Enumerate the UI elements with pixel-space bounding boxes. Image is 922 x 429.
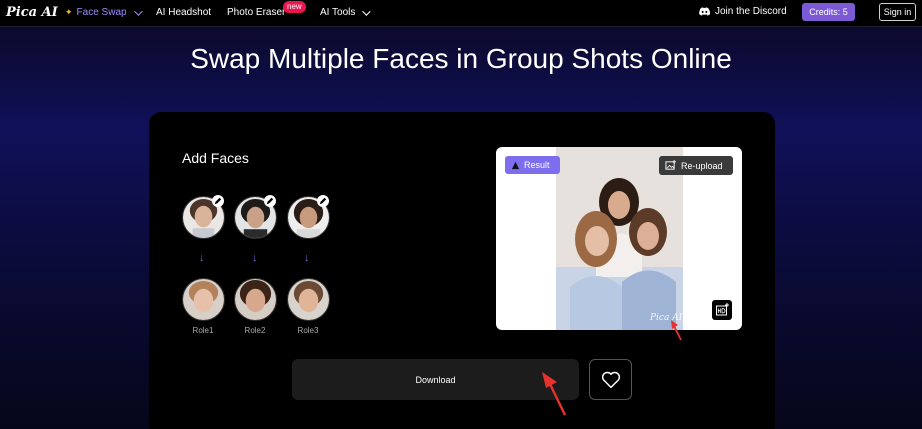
role-face-thumbnail-2 [235,279,276,320]
target-face-2[interactable] [234,278,277,321]
sparkle-icon: ✦ [65,7,73,17]
role-face-thumbnail-1 [183,279,224,320]
hd-icon [716,303,729,316]
top-navbar: Pica AI ✦ Face Swap AI Headshot Photo Er… [0,0,922,27]
heart-icon [601,371,620,388]
role-label-3: Role3 [297,326,319,335]
page-title: Swap Multiple Faces in Group Shots Onlin… [190,43,732,74]
reupload-label: Re-upload [681,160,723,171]
edit-face-1-button[interactable] [212,195,224,207]
pencil-icon [214,197,222,205]
pica-logo-icon [511,161,520,169]
discord-label: Join the Discord [715,6,787,17]
download-button[interactable]: Download [292,359,579,400]
role-face-thumbnail-3 [288,279,329,320]
image-upload-icon [665,160,676,170]
join-discord-link[interactable]: Join the Discord [699,6,787,17]
chevron-down-icon [133,6,143,16]
result-preview: Result Re-upload Pica AI [496,147,742,330]
pica-ai-logo[interactable]: Pica AI [6,5,58,20]
nav-face-swap[interactable]: ✦ Face Swap [65,6,143,18]
new-badge: new [283,1,306,13]
annotation-arrow-small [671,320,682,341]
reupload-button[interactable]: Re-upload [659,156,733,175]
sign-in-button[interactable]: Sign in [879,3,916,21]
edit-face-3-button[interactable] [317,195,329,207]
result-tag-label: Result [524,160,550,170]
discord-icon [699,7,710,16]
pencil-icon [319,197,327,205]
hd-enhance-button[interactable] [712,300,732,320]
result-tag: Result [505,156,560,174]
nav-ai-headshot-label: AI Headshot [156,7,212,18]
arrow-down-icon: ↓ [199,252,205,264]
target-face-1[interactable] [182,278,225,321]
favorite-button[interactable] [589,359,632,400]
pencil-icon [266,197,274,205]
nav-ai-headshot[interactable]: AI Headshot [156,7,211,18]
nav-ai-tools[interactable]: AI Tools [320,6,372,18]
nav-ai-tools-label: AI Tools [320,7,356,18]
credits-button[interactable]: Credits: 5 [802,3,855,21]
role-label-1: Role1 [192,326,214,335]
add-faces-heading: Add Faces [182,150,249,166]
nav-photo-eraser-label: Photo Eraser [227,7,286,18]
arrow-down-icon: ↓ [304,252,310,264]
chevron-down-icon [362,6,372,16]
nav-photo-eraser[interactable]: Photo Eraser [227,7,285,18]
annotation-arrow-large [542,372,567,416]
nav-face-swap-label: Face Swap [76,7,127,18]
role-label-2: Role2 [244,326,266,335]
edit-face-2-button[interactable] [264,195,276,207]
target-face-3[interactable] [287,278,330,321]
arrow-down-icon: ↓ [252,252,258,264]
